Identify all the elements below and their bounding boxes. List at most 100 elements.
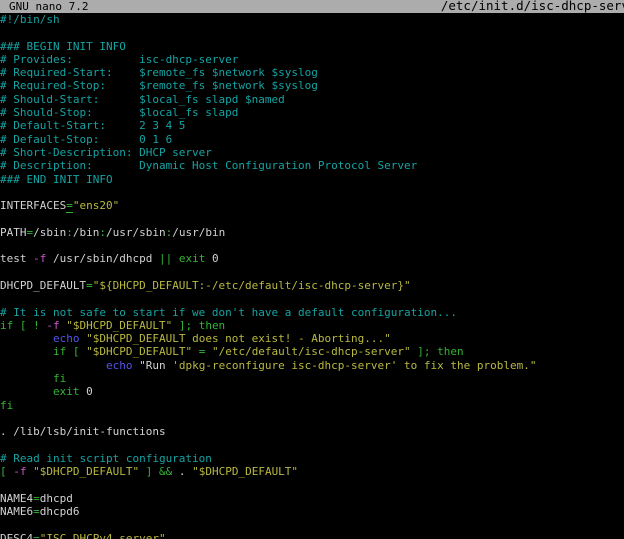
code-segment: "$DHCPD_DEFAULT" xyxy=(192,465,298,478)
code-segment xyxy=(0,359,106,372)
code-line[interactable]: fi xyxy=(0,399,624,412)
code-line[interactable]: ### END INIT INFO xyxy=(0,173,624,186)
code-line[interactable]: PATH=/sbin:/bin:/usr/sbin:/usr/bin xyxy=(0,226,624,239)
text-cursor: = xyxy=(66,199,73,213)
code-line[interactable]: [ -f "$DHCPD_DEFAULT" ] && . "$DHCPD_DEF… xyxy=(0,465,624,478)
code-line[interactable] xyxy=(0,239,624,252)
code-segment xyxy=(205,345,212,358)
code-line[interactable]: NAME6=dhcpd6 xyxy=(0,505,624,518)
code-segment: : xyxy=(66,226,73,239)
code-segment: "/etc/default/isc-dhcp-server" xyxy=(212,345,411,358)
code-segment: "ens20" xyxy=(73,199,119,212)
code-line[interactable]: . /lib/lsb/init-functions xyxy=(0,425,624,438)
code-segment: # Should-Stop: $local_fs slapd xyxy=(0,106,238,119)
code-line[interactable] xyxy=(0,439,624,452)
code-segment: -f xyxy=(33,252,46,265)
code-segment xyxy=(0,385,53,398)
code-line[interactable]: #!/bin/sh xyxy=(0,13,624,26)
code-segment: . xyxy=(179,465,192,478)
code-segment: test xyxy=(0,252,33,265)
code-line[interactable]: # Description: Dynamic Host Configuratio… xyxy=(0,159,624,172)
code-line[interactable]: if [ ! -f "$DHCPD_DEFAULT" ]; then xyxy=(0,319,624,332)
code-line[interactable]: # Required-Stop: $remote_fs $network $sy… xyxy=(0,79,624,92)
code-line[interactable]: echo "$DHCPD_DEFAULT does not exist! - A… xyxy=(0,332,624,345)
code-segment: if [ xyxy=(53,345,86,358)
code-line[interactable]: DESC4="ISC DHCPv4 server" xyxy=(0,532,624,539)
code-segment: = xyxy=(86,279,93,292)
code-line[interactable]: NAME4=dhcpd xyxy=(0,492,624,505)
code-segment: = xyxy=(33,492,40,505)
code-segment: ] && xyxy=(139,465,179,478)
code-segment: /usr/sbin/dhcpd xyxy=(46,252,159,265)
code-line[interactable] xyxy=(0,518,624,531)
code-segment xyxy=(0,332,53,345)
code-segment: fi xyxy=(0,399,13,412)
code-segment: INTERFACES xyxy=(0,199,66,212)
code-line[interactable]: # Should-Stop: $local_fs slapd xyxy=(0,106,624,119)
code-line[interactable] xyxy=(0,266,624,279)
code-line[interactable] xyxy=(0,478,624,491)
code-segment: : xyxy=(99,226,106,239)
code-segment: echo xyxy=(106,359,133,372)
code-segment: if [ ! xyxy=(0,319,46,332)
code-segment: 0 xyxy=(205,252,218,265)
code-line[interactable]: ### BEGIN INIT INFO xyxy=(0,40,624,53)
code-segment xyxy=(192,345,199,358)
code-segment: -f xyxy=(46,319,59,332)
code-segment: = xyxy=(33,532,40,539)
code-segment: . /lib/lsb/init-functions xyxy=(0,425,166,438)
code-line[interactable] xyxy=(0,26,624,39)
code-segment: DHCPD_DEFAULT xyxy=(0,279,86,292)
code-segment xyxy=(0,345,53,358)
code-line[interactable]: # Short-Description: DHCP server xyxy=(0,146,624,159)
code-segment: 'dpkg-reconfigure isc-dhcp-server' to fi… xyxy=(172,359,536,372)
code-line[interactable]: if [ "$DHCPD_DEFAULT" = "/etc/default/is… xyxy=(0,345,624,358)
code-line[interactable]: # Required-Start: $remote_fs $network $s… xyxy=(0,66,624,79)
editor-buffer[interactable]: #!/bin/sh ### BEGIN INIT INFO# Provides: … xyxy=(0,13,624,539)
code-segment: "ISC DHCPv4 server" xyxy=(40,532,166,539)
code-line[interactable]: test -f /usr/sbin/dhcpd || exit 0 xyxy=(0,252,624,265)
code-segment: # Read init script configuration xyxy=(0,452,212,465)
code-segment: "${DHCPD_DEFAULT:-/etc/default/isc-dhcp-… xyxy=(93,279,411,292)
code-segment: # Default-Start: 2 3 4 5 xyxy=(0,119,185,132)
code-segment: || xyxy=(159,252,172,265)
code-line[interactable]: fi xyxy=(0,372,624,385)
code-segment: "$DHCPD_DEFAULT" xyxy=(66,319,172,332)
code-line[interactable] xyxy=(0,212,624,225)
code-segment: DESC4 xyxy=(0,532,33,539)
code-line[interactable]: exit 0 xyxy=(0,385,624,398)
code-segment: PATH xyxy=(0,226,27,239)
code-segment: "$DHCPD_DEFAULT" xyxy=(33,465,139,478)
code-line[interactable]: echo "Run 'dpkg-reconfigure isc-dhcp-ser… xyxy=(0,359,624,372)
terminal-screen: GNU nano 7.2 /etc/init.d/isc-dhcp-serv #… xyxy=(0,0,624,539)
code-segment: -f xyxy=(13,465,26,478)
code-line[interactable] xyxy=(0,186,624,199)
code-segment: # Provides: isc-dhcp-server xyxy=(0,53,238,66)
code-line[interactable]: INTERFACES="ens20" xyxy=(0,199,624,212)
code-line[interactable]: # Read init script configuration xyxy=(0,452,624,465)
file-path: /etc/init.d/isc-dhcp-serv xyxy=(441,0,624,12)
code-segment: ]; then xyxy=(411,345,464,358)
code-line[interactable]: # Provides: isc-dhcp-server xyxy=(0,53,624,66)
code-line[interactable]: # Should-Start: $local_fs slapd $named xyxy=(0,93,624,106)
code-segment: echo xyxy=(53,332,80,345)
code-line[interactable]: DHCPD_DEFAULT="${DHCPD_DEFAULT:-/etc/def… xyxy=(0,279,624,292)
code-line[interactable] xyxy=(0,412,624,425)
code-segment: = xyxy=(33,505,40,518)
code-segment: "$DHCPD_DEFAULT does not exist! - Aborti… xyxy=(86,332,391,345)
code-line[interactable]: # Default-Stop: 0 1 6 xyxy=(0,133,624,146)
code-segment: dhcpd6 xyxy=(40,505,80,518)
code-segment: exit xyxy=(53,385,80,398)
code-segment: ### BEGIN INIT INFO xyxy=(0,40,126,53)
code-segment: dhcpd xyxy=(40,492,73,505)
code-line[interactable]: # It is not safe to start if we don't ha… xyxy=(0,306,624,319)
code-segment: /sbin xyxy=(33,226,66,239)
code-segment: /usr/sbin xyxy=(106,226,166,239)
code-line[interactable]: # Default-Start: 2 3 4 5 xyxy=(0,119,624,132)
code-segment: /bin xyxy=(73,226,100,239)
nano-titlebar: GNU nano 7.2 /etc/init.d/isc-dhcp-serv xyxy=(0,0,624,13)
code-segment: # It is not safe to start if we don't ha… xyxy=(0,306,457,319)
code-segment: ]; then xyxy=(172,319,225,332)
code-segment: exit xyxy=(179,252,206,265)
code-line[interactable] xyxy=(0,292,624,305)
